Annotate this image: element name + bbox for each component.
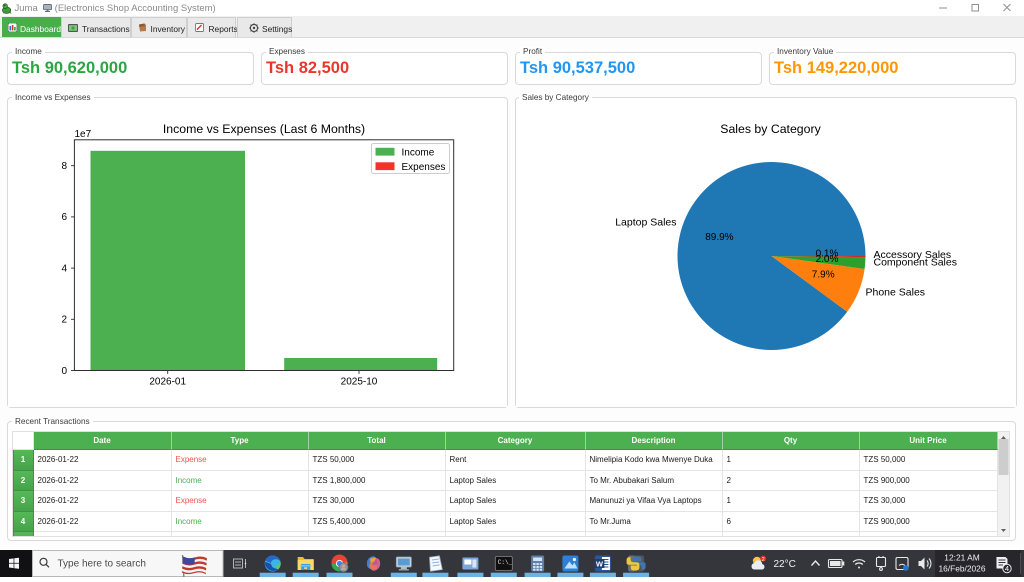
svg-text:2: 2 xyxy=(61,315,67,326)
svg-text:Laptop Sales: Laptop Sales xyxy=(615,217,676,229)
svg-text:8: 8 xyxy=(61,161,67,172)
svg-text:1e7: 1e7 xyxy=(75,129,92,140)
svg-text:2026-01: 2026-01 xyxy=(149,376,186,387)
svg-text:4: 4 xyxy=(61,263,67,274)
svg-text:Type here to search: Type here to search xyxy=(58,558,146,569)
svg-text:4: 4 xyxy=(1005,564,1009,573)
svg-text:7.9%: 7.9% xyxy=(811,270,834,281)
svg-text:22°C: 22°C xyxy=(774,559,796,570)
svg-text:Sales by Category: Sales by Category xyxy=(720,122,821,136)
svg-text:12:21 AM: 12:21 AM xyxy=(944,552,979,562)
svg-text:C:\_: C:\_ xyxy=(498,559,513,566)
svg-text:2025-10: 2025-10 xyxy=(341,376,378,387)
svg-text:89.9%: 89.9% xyxy=(705,232,733,243)
svg-text:16/Feb/2026: 16/Feb/2026 xyxy=(938,564,985,574)
svg-text:2.0%: 2.0% xyxy=(815,254,838,265)
svg-text:Component Sales: Component Sales xyxy=(873,257,956,269)
svg-text:6: 6 xyxy=(61,212,67,223)
svg-text:Phone Sales: Phone Sales xyxy=(865,287,925,299)
svg-text:Expenses: Expenses xyxy=(402,162,446,173)
svg-text:0: 0 xyxy=(61,366,67,377)
svg-text:Income vs Expenses (Last 6 Mon: Income vs Expenses (Last 6 Months) xyxy=(163,122,365,136)
svg-text:Income: Income xyxy=(402,148,435,159)
svg-text:2: 2 xyxy=(762,557,765,563)
svg-text:W: W xyxy=(596,559,604,568)
